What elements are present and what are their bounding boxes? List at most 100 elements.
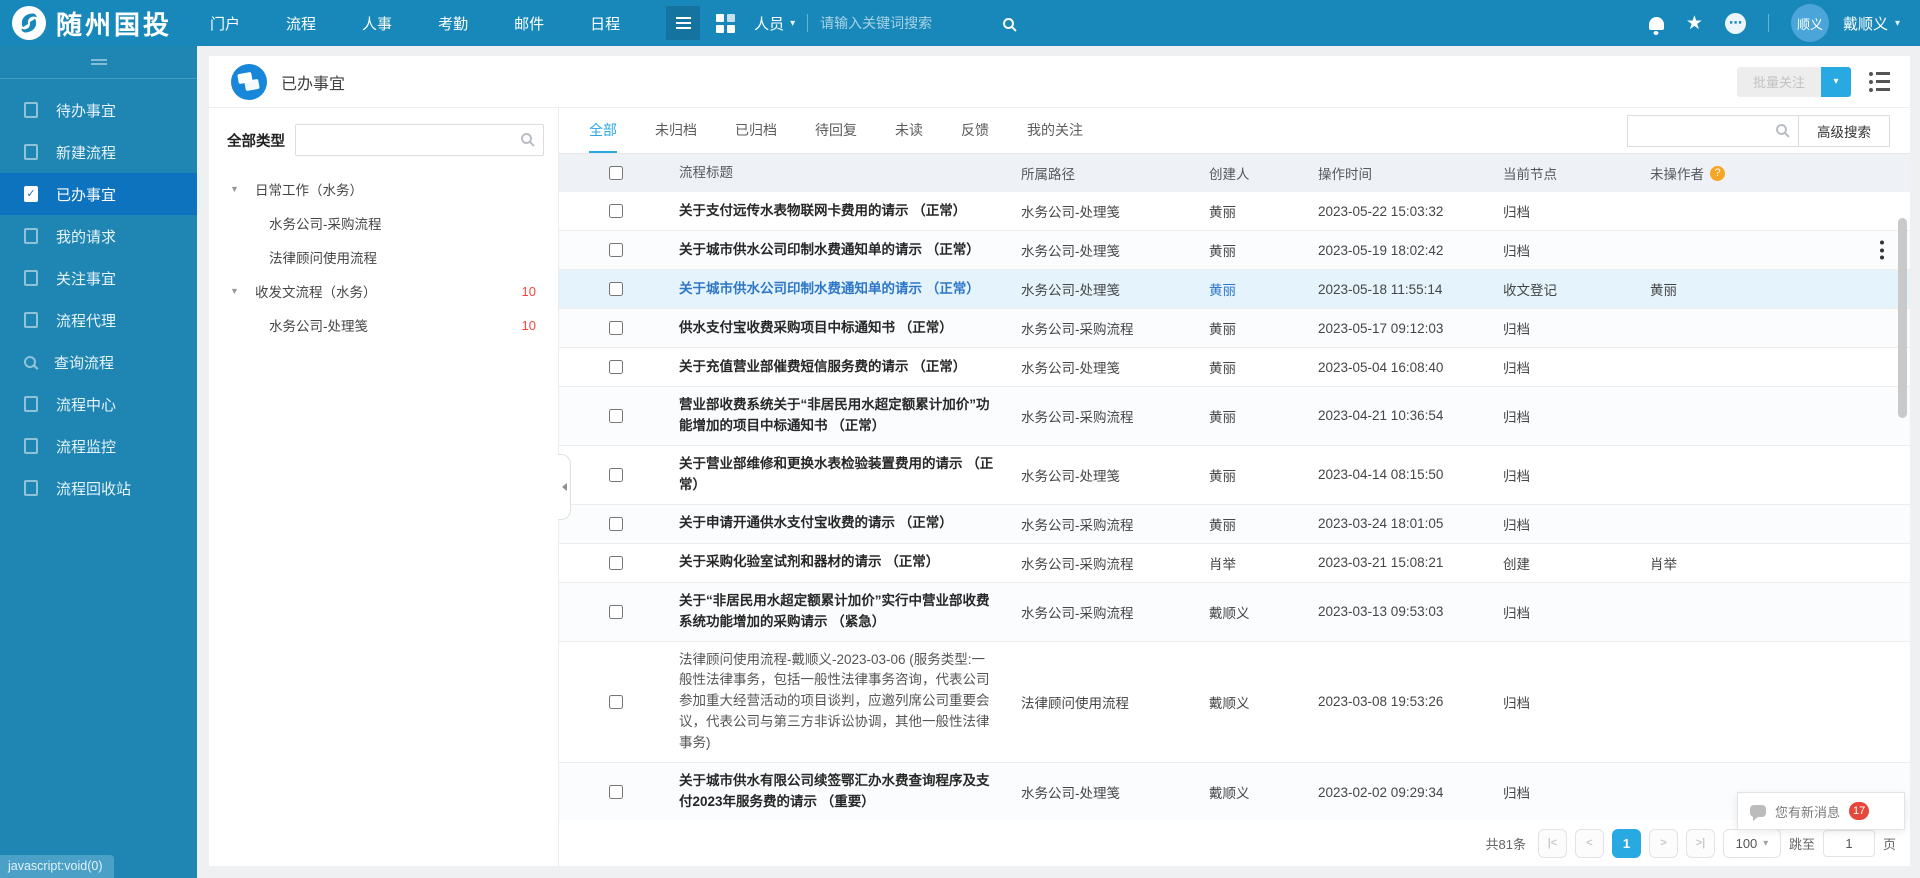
row-creator-link[interactable]: 戴顺义 (1209, 606, 1250, 621)
modules-menu-icon[interactable] (666, 6, 700, 40)
table-row[interactable]: 关于城市供水公司印制水费通知单的请示 （正常） 水务公司-处理笺 黄丽 2023… (559, 270, 1910, 309)
sidebar-item[interactable]: ✓ 新建流程 (0, 131, 197, 173)
nav-menu-item[interactable]: 人事 (362, 13, 392, 34)
row-creator-link[interactable]: 黄丽 (1209, 518, 1236, 533)
row-checkbox[interactable] (609, 243, 623, 257)
table-row[interactable]: 关于采购化验室试剂和器材的请示 （正常） 水务公司-采购流程 肖举 2023-0… (559, 544, 1910, 583)
nav-menu-item[interactable]: 流程 (286, 13, 316, 34)
new-message-popup[interactable]: 您有新消息 17 (1737, 792, 1905, 830)
filter-tab[interactable]: 我的关注 (1027, 108, 1083, 153)
table-row[interactable]: 关于城市供水有限公司续签鄂汇办水费查询程序及支付2023年服务费的请示 （重要）… (559, 763, 1910, 820)
type-filter-input[interactable] (295, 124, 544, 156)
help-icon[interactable]: ? (1710, 166, 1725, 181)
advanced-search-button[interactable]: 高级搜索 (1799, 115, 1890, 147)
table-row[interactable]: 关于申请开通供水支付宝收费的请示 （正常） 水务公司-采购流程 黄丽 2023-… (559, 505, 1910, 544)
sidebar-item[interactable]: ✓ 流程代理 (0, 299, 197, 341)
nav-menu-item[interactable]: 日程 (590, 13, 620, 34)
row-creator-link[interactable]: 戴顺义 (1209, 696, 1250, 711)
row-checkbox[interactable] (609, 556, 623, 570)
current-page-button[interactable]: 1 (1612, 829, 1641, 858)
row-title-link[interactable]: 法律顾问使用流程-戴顺义-2023-03-06 (服务类型:一般性法律事务，包括… (679, 652, 990, 751)
row-title-link[interactable]: 关于营业部维修和更换水表检验装置费用的请示 （正常） (679, 456, 993, 492)
more-options-icon[interactable]: ⋯ (1725, 13, 1746, 34)
sidebar-item[interactable]: ✓ 流程监控 (0, 425, 197, 467)
row-checkbox[interactable] (609, 282, 623, 296)
row-checkbox[interactable] (609, 204, 623, 218)
filter-tab[interactable]: 未归档 (655, 108, 697, 153)
next-page-button[interactable]: > (1649, 829, 1678, 858)
row-creator-link[interactable]: 黄丽 (1209, 469, 1236, 484)
user-menu[interactable]: 戴顺义 ▾ (1843, 13, 1900, 34)
row-checkbox[interactable] (609, 360, 623, 374)
sidebar-item[interactable]: ✓ 查询流程 (0, 341, 197, 383)
row-creator-link[interactable]: 黄丽 (1209, 322, 1236, 337)
row-checkbox[interactable] (609, 785, 623, 799)
batch-follow-dropdown[interactable]: ▾ (1821, 67, 1851, 97)
table-row[interactable]: 供水支付宝收费采购项目中标通知书 （正常） 水务公司-采购流程 黄丽 2023-… (559, 309, 1910, 348)
row-title-link[interactable]: 关于“非居民用水超定额累计加价”实行中营业部收费系统功能增加的采购请示 （紧急） (679, 593, 990, 629)
row-creator-link[interactable]: 肖举 (1209, 557, 1236, 572)
sidebar-item[interactable]: ✓ 流程中心 (0, 383, 197, 425)
tree-caret-icon[interactable]: ▼ (227, 184, 255, 194)
table-row[interactable]: 法律顾问使用流程-戴顺义-2023-03-06 (服务类型:一般性法律事务，包括… (559, 642, 1910, 764)
row-title-link[interactable]: 关于城市供水公司印制水费通知单的请示 （正常） (679, 281, 980, 296)
tree-node[interactable]: ▼ 水务公司-采购流程 (227, 206, 544, 240)
filter-tab[interactable]: 反馈 (961, 108, 989, 153)
row-title-link[interactable]: 关于采购化验室试剂和器材的请示 （正常） (679, 554, 939, 569)
row-creator-link[interactable]: 黄丽 (1209, 361, 1236, 376)
row-checkbox[interactable] (609, 605, 623, 619)
row-title-link[interactable]: 关于城市供水公司印制水费通知单的请示 （正常） (679, 242, 980, 257)
row-creator-link[interactable]: 黄丽 (1209, 205, 1236, 220)
row-actions-kebab-icon[interactable] (1876, 237, 1888, 264)
vertical-scrollbar[interactable] (1898, 218, 1907, 418)
tree-caret-icon[interactable]: ▼ (227, 286, 255, 296)
row-creator-link[interactable]: 黄丽 (1209, 410, 1236, 425)
filter-tab[interactable]: 待回复 (815, 108, 857, 153)
sidebar-item[interactable]: ✓ 关注事宜 (0, 257, 197, 299)
apps-grid-icon[interactable] (710, 8, 740, 38)
filter-tab[interactable]: 全部 (589, 108, 617, 153)
row-creator-link[interactable]: 戴顺义 (1209, 786, 1250, 801)
sidebar-item[interactable]: ✓ 流程回收站 (0, 467, 197, 509)
row-checkbox[interactable] (609, 695, 623, 709)
table-row[interactable]: 关于“非居民用水超定额累计加价”实行中营业部收费系统功能增加的采购请示 （紧急）… (559, 583, 1910, 642)
row-checkbox[interactable] (609, 517, 623, 531)
row-creator-link[interactable]: 黄丽 (1209, 283, 1236, 298)
row-title-link[interactable]: 关于申请开通供水支付宝收费的请示 （正常） (679, 515, 953, 530)
nav-menu-item[interactable]: 考勤 (438, 13, 468, 34)
brand-title[interactable]: 随州国投 (56, 5, 172, 42)
first-page-button[interactable]: |< (1538, 829, 1567, 858)
nav-menu-item[interactable]: 门户 (210, 13, 240, 34)
sidebar-item[interactable]: ✓ 已办事宜 (0, 173, 197, 215)
table-row[interactable]: 关于充值营业部催费短信服务费的请示 （正常） 水务公司-处理笺 黄丽 2023-… (559, 348, 1910, 387)
nav-menu-item[interactable]: 邮件 (514, 13, 544, 34)
last-page-button[interactable]: >| (1686, 829, 1715, 858)
row-title-link[interactable]: 供水支付宝收费采购项目中标通知书 （正常） (679, 320, 953, 335)
global-search-input[interactable] (820, 15, 995, 31)
row-title-link[interactable]: 关于城市供水有限公司续签鄂汇办水费查询程序及支付2023年服务费的请示 （重要） (679, 773, 990, 809)
search-icon[interactable] (1003, 18, 1014, 29)
page-jump-input[interactable] (1823, 830, 1875, 857)
select-all-checkbox[interactable] (609, 166, 623, 180)
search-scope-dropdown[interactable]: 人员 ▾ (754, 13, 795, 34)
prev-page-button[interactable]: < (1575, 829, 1604, 858)
batch-follow-button[interactable]: 批量关注 (1737, 67, 1821, 97)
page-size-select[interactable]: 100 ▾ (1723, 829, 1781, 858)
row-checkbox[interactable] (609, 409, 623, 423)
row-title-link[interactable]: 营业部收费系统关于“非居民用水超定额累计加价”功能增加的项目中标通知书 （正常） (679, 397, 990, 433)
tree-node[interactable]: ▼ 法律顾问使用流程 (227, 240, 544, 274)
table-search-input[interactable] (1627, 115, 1799, 147)
tree-node[interactable]: ▼ 收发文流程（水务） 10 (227, 274, 544, 308)
sidebar-item[interactable]: ✓ 待办事宜 (0, 89, 197, 131)
row-checkbox[interactable] (609, 468, 623, 482)
row-checkbox[interactable] (609, 321, 623, 335)
user-avatar[interactable]: 顺义 (1791, 4, 1829, 42)
table-row[interactable]: 营业部收费系统关于“非居民用水超定额累计加价”功能增加的项目中标通知书 （正常）… (559, 387, 1910, 446)
filter-tab[interactable]: 未读 (895, 108, 923, 153)
sidebar-item[interactable]: ✓ 我的请求 (0, 215, 197, 257)
row-creator-link[interactable]: 黄丽 (1209, 244, 1236, 259)
pane-collapse-handle[interactable] (558, 454, 571, 520)
favorites-star-icon[interactable]: ★ (1686, 14, 1703, 33)
notifications-bell-icon[interactable] (1649, 17, 1664, 30)
sidebar-collapse-icon[interactable] (0, 46, 197, 79)
